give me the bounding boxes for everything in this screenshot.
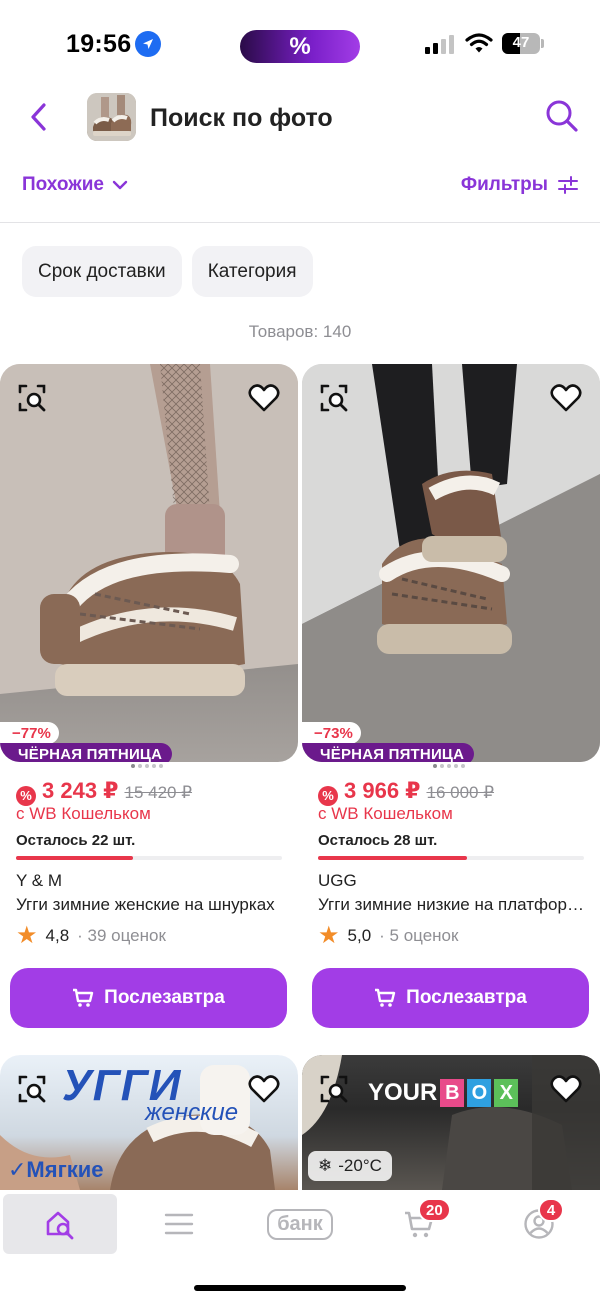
brand-logo-word: YOUR <box>368 1079 438 1106</box>
product-info: % 3 966 ₽ 16 000 ₽ с WB Кошельком Остало… <box>302 0 600 1040</box>
similar-search-button[interactable] <box>14 1071 50 1107</box>
home-indicator <box>194 1285 406 1291</box>
brand-logo-letter: B <box>440 1079 465 1107</box>
nav-catalog[interactable] <box>122 1194 236 1254</box>
menu-icon <box>164 1213 194 1235</box>
add-to-cart-button[interactable]: Послезавтра <box>312 968 589 1028</box>
old-price: 15 420 ₽ <box>124 783 193 802</box>
review-count: · 39 оценок <box>77 926 166 945</box>
add-to-cart-button[interactable]: Послезавтра <box>10 968 287 1028</box>
nav-home[interactable] <box>3 1194 117 1254</box>
rating: ★ 4,8 · 39 оценок <box>16 924 166 948</box>
nav-cart[interactable]: 20 <box>362 1194 476 1254</box>
price: 3 243 ₽ <box>42 778 119 803</box>
stock-bar-fill <box>318 856 467 860</box>
favorite-button[interactable] <box>246 1071 282 1107</box>
wallet-discount-icon: % <box>16 785 36 806</box>
snowflake-icon: ❄ <box>318 1156 333 1175</box>
favorite-button[interactable] <box>548 1071 584 1107</box>
rating-value: 5,0 <box>347 926 372 945</box>
price-row: % 3 243 ₽ 15 420 ₽ <box>16 778 193 806</box>
brand-logo-letter: O <box>467 1079 492 1107</box>
cart-icon <box>73 988 94 1007</box>
wallet-discount-icon: % <box>318 785 338 806</box>
cart-icon <box>375 988 396 1007</box>
brand-logo-letter: X <box>494 1079 519 1107</box>
price-row: % 3 966 ₽ 16 000 ₽ <box>318 778 495 806</box>
home-search-icon <box>46 1211 74 1240</box>
temperature-value: -20°C <box>338 1156 382 1175</box>
old-price: 16 000 ₽ <box>426 783 495 802</box>
review-count: · 5 оценок <box>379 926 459 945</box>
photo-search-icon <box>320 1075 348 1103</box>
button-label: Послезавтра <box>104 987 225 1008</box>
product-card[interactable]: YOUR B O X ❄ -20°C <box>302 1055 600 1190</box>
brand: UGG <box>318 871 357 890</box>
product-card[interactable]: УГГИ женские ✓Мягкие <box>0 1055 298 1190</box>
product-info: % 3 243 ₽ 15 420 ₽ с WB Кошельком Остало… <box>0 0 300 1040</box>
bank-label: банк <box>267 1208 333 1240</box>
cart-count-badge: 20 <box>418 1198 451 1222</box>
wallet-note: с WB Кошельком <box>318 804 453 823</box>
photo-search-icon <box>18 1075 46 1103</box>
stock-left: Осталось 28 шт. <box>318 832 438 849</box>
nav-bank[interactable]: банк <box>243 1194 357 1254</box>
stock-bar-fill <box>16 856 134 860</box>
rating-value: 4,8 <box>45 926 70 945</box>
product-photo[interactable]: YOUR B O X ❄ -20°C <box>302 1055 600 1190</box>
brand-logo: YOUR B O X <box>368 1079 519 1107</box>
product-name[interactable]: Угги зимние низкие на платформе <box>318 895 586 915</box>
promo-subtitle: женские <box>145 1099 239 1126</box>
button-label: Послезавтра <box>406 987 527 1008</box>
similar-search-button[interactable] <box>316 1071 352 1107</box>
price: 3 966 ₽ <box>344 778 421 803</box>
heart-icon <box>550 1075 582 1103</box>
heart-icon <box>248 1075 280 1103</box>
rating: ★ 5,0 · 5 оценок <box>318 924 458 948</box>
product-name[interactable]: Угги зимние женские на шнурках <box>16 895 284 915</box>
brand: Y & M <box>16 871 62 890</box>
nav-profile[interactable]: 4 <box>482 1194 596 1254</box>
product-photo[interactable]: УГГИ женские ✓Мягкие <box>0 1055 298 1190</box>
star-icon: ★ <box>16 922 38 949</box>
star-icon: ★ <box>318 922 340 949</box>
stock-bar <box>318 856 584 860</box>
promo-feature: ✓Мягкие <box>8 1157 104 1182</box>
temperature-badge: ❄ -20°C <box>308 1151 392 1181</box>
stock-left: Осталось 22 шт. <box>16 832 136 849</box>
profile-count-badge: 4 <box>538 1198 564 1222</box>
stock-bar <box>16 856 282 860</box>
wallet-note: с WB Кошельком <box>16 804 151 823</box>
